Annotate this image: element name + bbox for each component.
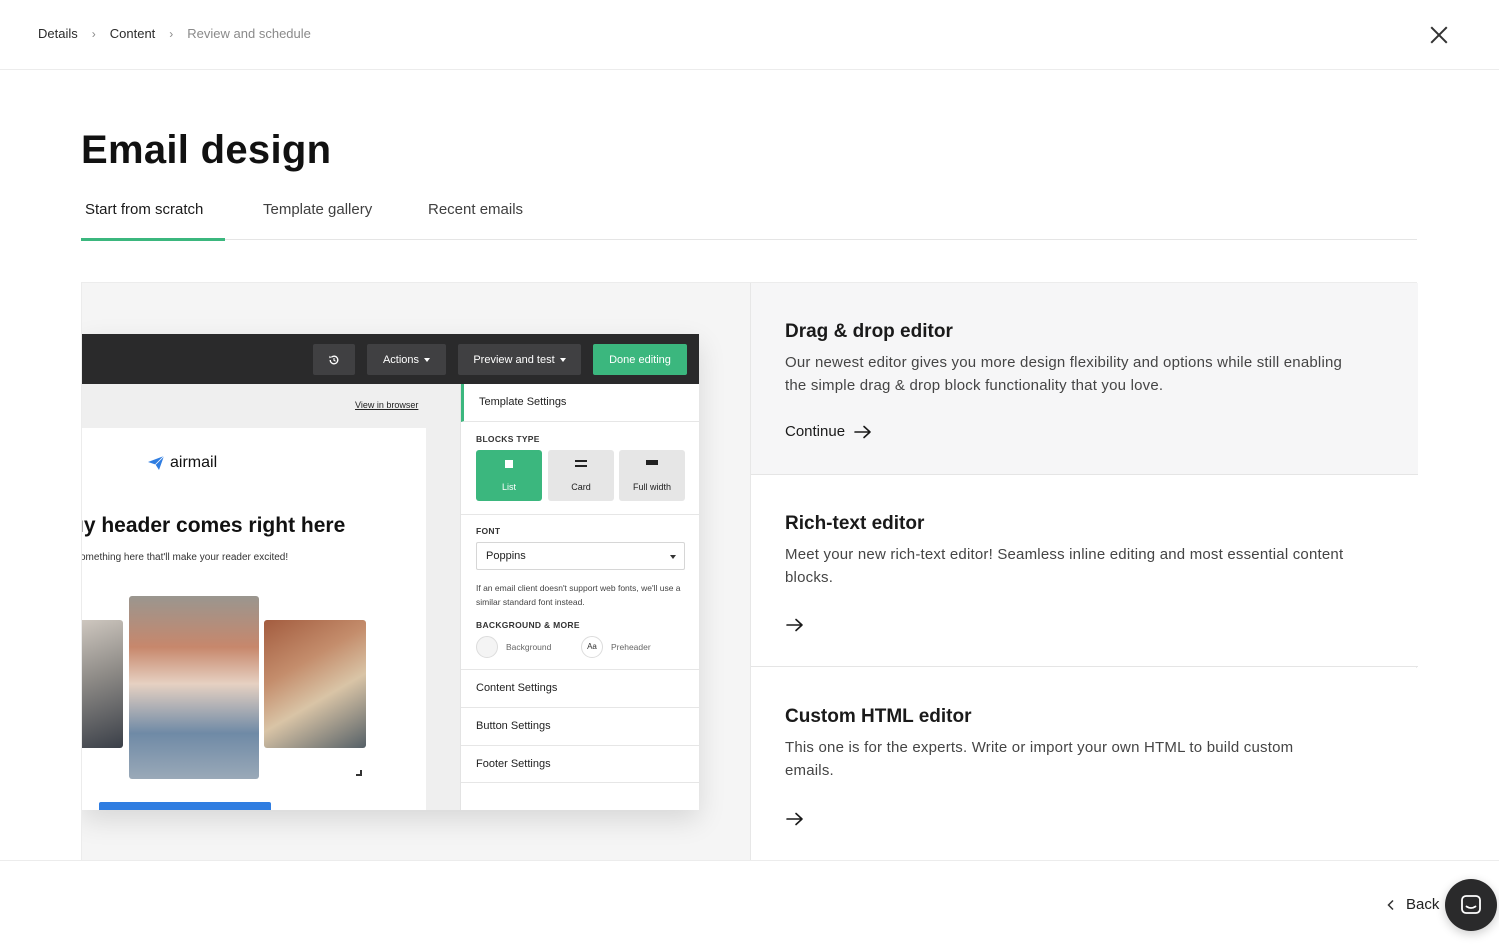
background-swatch: [476, 636, 498, 658]
tab-start-from-scratch[interactable]: Start from scratch: [85, 201, 203, 218]
breadcrumb-review-and-schedule[interactable]: Review and schedule: [187, 26, 311, 41]
preview-and-test-button: Preview and test: [458, 344, 581, 375]
continue-label: Continue: [785, 423, 846, 440]
close-icon[interactable]: [1426, 22, 1452, 48]
content-settings-row: Content Settings: [461, 669, 699, 707]
preheader-item-label: Preheader: [611, 642, 651, 652]
block-type-label: Full width: [632, 482, 671, 492]
option-title: Rich-text editor: [785, 513, 925, 534]
option-description: Meet your new rich-text editor! Seamless…: [785, 546, 1344, 586]
option-description: This one is for the experts. Write or im…: [785, 739, 1294, 779]
block-type-label: Card: [571, 482, 591, 492]
breadcrumb-details[interactable]: Details: [38, 26, 78, 41]
actions-label: Actions: [382, 353, 420, 366]
continue-button[interactable]: Continue: [785, 423, 873, 440]
paper-plane-icon: [148, 456, 164, 470]
preheader-swatch: Aa: [581, 636, 603, 658]
background-label: BACKGROUND & MORE: [476, 620, 580, 630]
team-photo-center: [129, 596, 259, 779]
footer-bar: [0, 860, 1499, 949]
resize-handle-icon: [356, 770, 362, 776]
caret-down-icon: [424, 357, 431, 362]
template-settings-tab: Template Settings: [461, 384, 699, 422]
custom-html-continue-button[interactable]: [785, 812, 805, 826]
background-item-label: Background: [506, 642, 552, 652]
settings-sidebar: Template Settings BLOCKS TYPE List Card …: [460, 384, 699, 810]
block-type-full-width: Full width: [619, 450, 685, 501]
back-label: Back: [1406, 896, 1440, 913]
email-header-text: ıy header comes right here: [82, 514, 346, 537]
email-button-preview: [99, 802, 271, 810]
tab-bar: Start from scratch Template gallery Rece…: [81, 190, 1417, 241]
divider: [461, 514, 699, 515]
email-canvas: View in browser airmail ıy header comes …: [82, 384, 460, 810]
footer-settings-row: Footer Settings: [461, 745, 699, 783]
breadcrumb-content[interactable]: Content: [110, 26, 156, 41]
font-note: If an email client doesn't support web f…: [476, 583, 681, 607]
card-icon: [575, 460, 587, 467]
chevron-right-icon: ›: [91, 26, 96, 41]
email-subheader-text: omething here that'll make your reader e…: [82, 552, 289, 563]
chevron-right-icon: ›: [169, 26, 174, 41]
option-title: Drag & drop editor: [785, 321, 953, 342]
preview-label: Preview and test: [473, 353, 555, 366]
chevron-left-icon: [1387, 899, 1394, 910]
done-editing-button: Done editing: [593, 344, 687, 375]
editor-choice-panel: Actions Preview and test Done editing Vi…: [81, 282, 1418, 861]
editor-toolbar: Actions Preview and test Done editing: [82, 334, 699, 384]
back-button[interactable]: Back: [1386, 896, 1439, 913]
arrow-right-icon: [854, 425, 871, 438]
editor-preview: Actions Preview and test Done editing Vi…: [82, 283, 751, 861]
editor-options: Drag & drop editor Our newest editor giv…: [751, 283, 1418, 861]
team-photo-left: [82, 620, 123, 748]
button-settings-row: Button Settings: [461, 707, 699, 745]
actions-button: Actions: [367, 344, 446, 375]
square-icon: [505, 460, 513, 468]
option-description: Our newest editor gives you more design …: [785, 354, 1343, 394]
active-tab-indicator: [81, 238, 225, 241]
custom-html-editor-option[interactable]: Custom HTML editor This one is for the e…: [751, 668, 1418, 860]
brand-name: airmail: [170, 454, 218, 471]
brand-logo: airmail: [148, 454, 217, 472]
page-title: Email design: [81, 128, 332, 172]
team-photo-right: [264, 620, 366, 748]
editor-mockup: Actions Preview and test Done editing Vi…: [82, 334, 699, 810]
caret-down-icon: [670, 555, 676, 559]
font-select: Poppins: [476, 542, 685, 570]
top-bar: Details › Content › Review and schedule: [0, 0, 1499, 70]
chat-support-button[interactable]: [1445, 879, 1497, 931]
block-type-card: Card: [548, 450, 614, 501]
drag-and-drop-editor-option[interactable]: Drag & drop editor Our newest editor giv…: [751, 283, 1418, 475]
block-type-list: List: [476, 450, 542, 501]
chat-icon: [1461, 895, 1481, 914]
view-in-browser-link: View in browser: [355, 400, 419, 410]
arrow-right-icon: [786, 812, 803, 826]
arrow-right-icon: [786, 618, 803, 632]
email-body: airmail ıy header comes right here ometh…: [82, 428, 426, 810]
rich-text-editor-option[interactable]: Rich-text editor Meet your new rich-text…: [751, 475, 1418, 667]
block-type-label: List: [501, 482, 516, 492]
breadcrumb: Details › Content › Review and schedule: [38, 26, 311, 41]
history-icon: [313, 344, 355, 375]
tab-recent-emails[interactable]: Recent emails: [428, 201, 523, 218]
font-label: FONT: [476, 526, 501, 536]
option-title: Custom HTML editor: [785, 706, 972, 727]
full-width-icon: [646, 460, 658, 465]
rich-text-continue-button[interactable]: [785, 618, 805, 632]
caret-down-icon: [559, 357, 566, 362]
tab-template-gallery[interactable]: Template gallery: [263, 201, 372, 218]
font-select-value: Poppins: [486, 550, 526, 562]
blocks-type-label: BLOCKS TYPE: [476, 434, 540, 444]
